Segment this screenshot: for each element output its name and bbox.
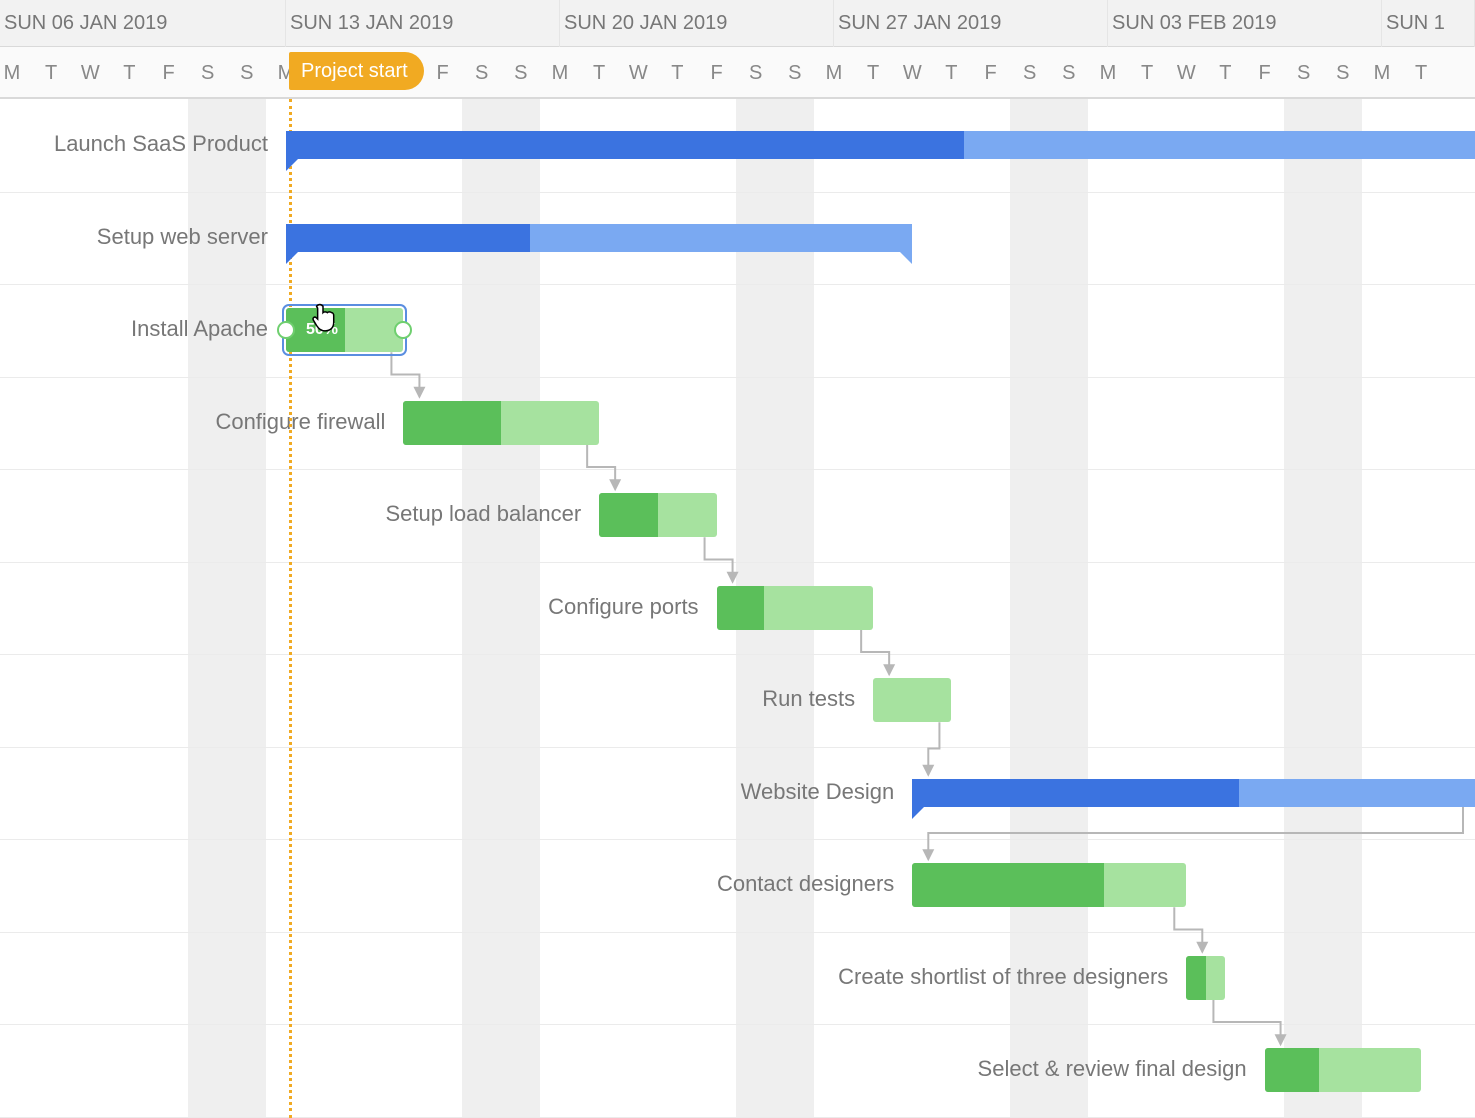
row-separator bbox=[0, 377, 1475, 378]
gantt-task-bar[interactable] bbox=[599, 493, 716, 537]
day-col: W bbox=[893, 47, 932, 99]
day-col: F bbox=[423, 47, 462, 99]
day-col: T bbox=[932, 47, 971, 99]
task-label: Configure firewall bbox=[0, 409, 399, 435]
progress-label: 50% bbox=[306, 321, 338, 339]
gantt-parent-bar[interactable] bbox=[912, 779, 1475, 807]
day-col: T bbox=[110, 47, 149, 99]
progress-fill bbox=[599, 493, 658, 537]
day-col: M bbox=[814, 47, 853, 99]
day-col: S bbox=[775, 47, 814, 99]
week-col: SUN 03 FEB 2019 bbox=[1108, 0, 1382, 47]
row-separator bbox=[0, 1024, 1475, 1025]
task-label: Configure ports bbox=[0, 594, 713, 620]
task-label: Install Apache bbox=[0, 316, 282, 342]
day-col: W bbox=[71, 47, 110, 99]
gantt-chart[interactable]: SUN 06 JAN 2019 SUN 13 JAN 2019 SUN 20 J… bbox=[0, 0, 1475, 1118]
day-col: S bbox=[462, 47, 501, 99]
task-label: Select & review final design bbox=[0, 1056, 1261, 1082]
progress-fill bbox=[912, 779, 1238, 807]
gantt-task-bar[interactable] bbox=[912, 863, 1186, 907]
day-col: S bbox=[227, 47, 266, 99]
day-col: F bbox=[971, 47, 1010, 99]
day-col: T bbox=[1128, 47, 1167, 99]
row-separator bbox=[0, 469, 1475, 470]
day-col: S bbox=[1049, 47, 1088, 99]
day-col: S bbox=[501, 47, 540, 99]
gantt-parent-bar[interactable] bbox=[286, 131, 1475, 159]
gantt-task-bar[interactable] bbox=[1186, 956, 1225, 1000]
gantt-task-bar[interactable] bbox=[403, 401, 599, 445]
day-col: W bbox=[1167, 47, 1206, 99]
row-separator bbox=[0, 654, 1475, 655]
day-col: F bbox=[1245, 47, 1284, 99]
row-separator bbox=[0, 562, 1475, 563]
gantt-task-bar[interactable] bbox=[1265, 1048, 1422, 1092]
task-label: Setup web server bbox=[0, 224, 282, 250]
task-label: Contact designers bbox=[0, 871, 908, 897]
day-col: S bbox=[1284, 47, 1323, 99]
day-col: T bbox=[580, 47, 619, 99]
day-col: T bbox=[854, 47, 893, 99]
task-label: Run tests bbox=[0, 686, 869, 712]
week-col: SUN 27 JAN 2019 bbox=[834, 0, 1108, 47]
week-col: SUN 1 bbox=[1382, 0, 1475, 47]
day-col: M bbox=[540, 47, 579, 99]
day-col: S bbox=[1323, 47, 1362, 99]
task-label: Website Design bbox=[0, 779, 908, 805]
day-col: S bbox=[1010, 47, 1049, 99]
gantt-parent-bar[interactable] bbox=[286, 224, 912, 252]
progress-fill bbox=[912, 863, 1104, 907]
progress-fill bbox=[286, 224, 530, 252]
day-col: T bbox=[32, 47, 71, 99]
row-separator bbox=[0, 747, 1475, 748]
day-col: T bbox=[1402, 47, 1441, 99]
project-start-marker[interactable]: Project start bbox=[289, 52, 424, 90]
week-col: SUN 20 JAN 2019 bbox=[560, 0, 834, 47]
row-separator bbox=[0, 284, 1475, 285]
task-label: Create shortlist of three designers bbox=[0, 964, 1182, 990]
progress-fill bbox=[403, 401, 501, 445]
row-separator bbox=[0, 839, 1475, 840]
day-col: T bbox=[1206, 47, 1245, 99]
day-col: M bbox=[0, 47, 32, 99]
day-col: M bbox=[1088, 47, 1127, 99]
day-col: F bbox=[149, 47, 188, 99]
day-col: T bbox=[658, 47, 697, 99]
timeline-week-header: SUN 06 JAN 2019 SUN 13 JAN 2019 SUN 20 J… bbox=[0, 0, 1475, 47]
timeline-day-header: MTWTFSSMTWTFSSMTWTFSSMTWTFSSMTWTFSSMT bbox=[0, 47, 1475, 99]
week-col: SUN 13 JAN 2019 bbox=[286, 0, 560, 47]
task-label: Launch SaaS Product bbox=[0, 131, 282, 157]
gantt-task-bar[interactable] bbox=[717, 586, 874, 630]
progress-fill bbox=[717, 586, 764, 630]
day-col: S bbox=[188, 47, 227, 99]
weekend-band bbox=[1284, 99, 1362, 1118]
day-col: M bbox=[1362, 47, 1401, 99]
gantt-task-bar[interactable] bbox=[873, 678, 951, 722]
row-separator bbox=[0, 1117, 1475, 1118]
week-col: SUN 06 JAN 2019 bbox=[0, 0, 286, 47]
gantt-task-bar[interactable]: 50% bbox=[286, 308, 403, 352]
row-separator bbox=[0, 932, 1475, 933]
progress-fill bbox=[286, 131, 964, 159]
task-label: Setup load balancer bbox=[0, 501, 595, 527]
day-col: F bbox=[697, 47, 736, 99]
day-col: S bbox=[736, 47, 775, 99]
progress-fill bbox=[1186, 956, 1206, 1000]
progress-fill bbox=[1265, 1048, 1320, 1092]
row-separator bbox=[0, 192, 1475, 193]
day-col: W bbox=[619, 47, 658, 99]
